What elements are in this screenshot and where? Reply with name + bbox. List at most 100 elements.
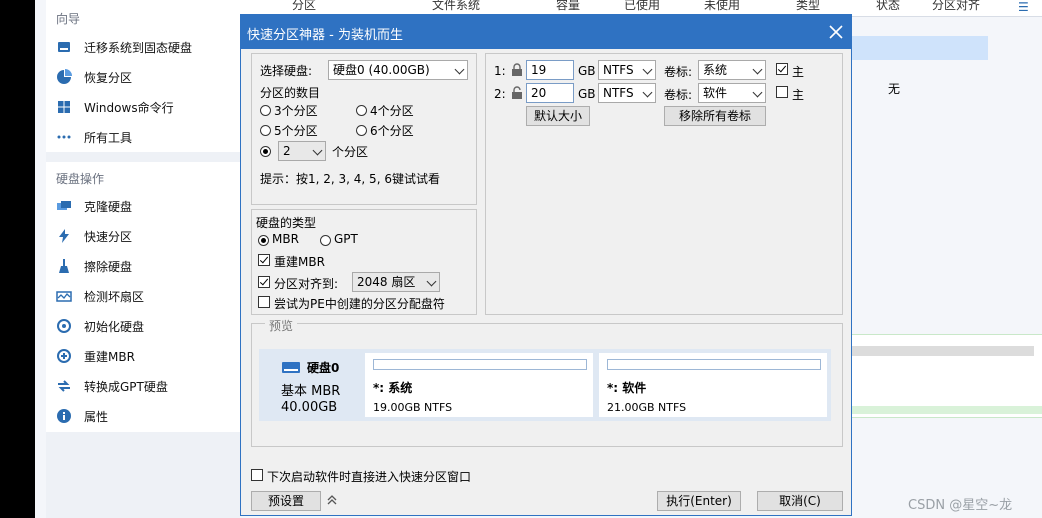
rebuild-mbr-checkbox[interactable] bbox=[258, 254, 270, 266]
preview-partition-name: *: 软件 bbox=[607, 381, 647, 395]
remove-labels-button[interactable]: 移除所有卷标 bbox=[664, 106, 766, 126]
select-disk-label: 选择硬盘: bbox=[260, 64, 313, 78]
partition-count-group: 选择硬盘: 硬盘0 (40.00GB) 分区的数目 3个分区 4个分区 5个分区… bbox=[251, 53, 477, 205]
close-icon[interactable] bbox=[827, 23, 845, 41]
custom-count-value: 2 bbox=[283, 144, 291, 158]
custom-count-select[interactable]: 2 bbox=[278, 141, 326, 161]
volume-value: 系统 bbox=[703, 63, 728, 77]
partition-index: 1: bbox=[494, 64, 506, 78]
chevron-down-icon bbox=[642, 64, 653, 75]
volume-label-caption: 卷标: bbox=[664, 65, 693, 79]
rebuild-mbr-label: 重建MBR bbox=[274, 255, 325, 269]
sidebar-item-all-tools[interactable]: 所有工具 bbox=[56, 126, 132, 148]
clone-disk-icon bbox=[56, 198, 72, 214]
sidebar-item-label: 初始化硬盘 bbox=[84, 319, 145, 334]
sidebar-item-convert-gpt[interactable]: 转换成GPT硬盘 bbox=[56, 375, 168, 397]
radio-3-partitions[interactable] bbox=[260, 105, 271, 116]
default-size-button[interactable]: 默认大小 bbox=[526, 106, 590, 126]
radio-gpt[interactable] bbox=[320, 235, 331, 246]
partition-2-fs-select[interactable]: NTFS bbox=[598, 83, 656, 103]
sidebar-item-label: 属性 bbox=[84, 409, 109, 424]
preview-usage-bar bbox=[373, 359, 587, 370]
radio-4-partitions[interactable] bbox=[356, 105, 367, 116]
sidebar-item-label: 迁移系统到固态硬盘 bbox=[84, 40, 193, 55]
align-checkbox[interactable] bbox=[258, 276, 270, 288]
ssd-icon bbox=[56, 39, 72, 55]
fs-value: NTFS bbox=[603, 63, 634, 77]
disk-icon bbox=[281, 359, 301, 378]
cancel-button[interactable]: 取消(C) bbox=[757, 491, 843, 511]
dialog-title: 快速分区神器 - 为装机而生 bbox=[247, 28, 403, 43]
sidebar-item-init-disk[interactable]: 初始化硬盘 bbox=[56, 315, 144, 337]
radio-4-label: 4个分区 bbox=[370, 104, 414, 118]
dialog-titlebar[interactable]: 快速分区神器 - 为装机而生 bbox=[241, 15, 851, 49]
selected-table-row[interactable] bbox=[850, 36, 988, 60]
align-label: 分区对齐到: bbox=[274, 277, 339, 291]
col-header-free: 未使用 bbox=[704, 0, 741, 12]
sidebar-item-label: 检测坏扇区 bbox=[84, 289, 145, 304]
desktop-left-strip bbox=[0, 0, 35, 518]
preview-disk-name: 硬盘0 bbox=[307, 361, 340, 375]
rebuild-mbr-icon bbox=[56, 348, 72, 364]
pe-assign-checkbox[interactable] bbox=[258, 296, 270, 308]
sidebar-item-clone-disk[interactable]: 克隆硬盘 bbox=[56, 195, 132, 217]
sidebar-item-recover-partition[interactable]: 恢复分区 bbox=[56, 66, 132, 88]
partition-2-primary-checkbox[interactable] bbox=[776, 86, 788, 98]
sidebar-item-quick-partition[interactable]: 快速分区 bbox=[56, 225, 132, 247]
unlock-icon[interactable] bbox=[510, 86, 524, 100]
partition-2-size-input[interactable]: 20 bbox=[526, 83, 574, 103]
primary-label: 主 bbox=[792, 88, 805, 102]
sidebar-item-label: 克隆硬盘 bbox=[84, 199, 133, 214]
preview-partition-info: 21.00GB NTFS bbox=[607, 401, 687, 414]
lock-icon[interactable] bbox=[510, 63, 524, 77]
sidebar-section-disk-ops: 硬盘操作 bbox=[56, 172, 105, 186]
preview-usage-bar bbox=[607, 359, 821, 370]
startup-checkbox[interactable] bbox=[251, 469, 263, 481]
radio-6-partitions[interactable] bbox=[356, 125, 367, 136]
expand-up-icon[interactable] bbox=[325, 493, 339, 510]
partition-1-size-input[interactable]: 19 bbox=[526, 60, 574, 80]
sidebar-item-rebuild-mbr[interactable]: 重建MBR bbox=[56, 345, 135, 367]
radio-5-partitions[interactable] bbox=[260, 125, 271, 136]
disk-select[interactable]: 硬盘0 (40.00GB) bbox=[328, 60, 468, 80]
col-header-used: 已使用 bbox=[624, 0, 661, 12]
align-select[interactable]: 2048 扇区 bbox=[352, 272, 440, 292]
lightning-icon bbox=[56, 228, 72, 244]
mbr-label: MBR bbox=[272, 232, 299, 246]
radio-custom-partitions[interactable] bbox=[260, 146, 271, 157]
chevron-down-icon bbox=[426, 276, 437, 287]
size-unit: GB bbox=[578, 64, 596, 78]
radio-mbr[interactable] bbox=[258, 235, 269, 246]
partition-1-primary-checkbox[interactable] bbox=[776, 63, 788, 75]
scan-icon bbox=[56, 288, 72, 304]
disk-type-group: 硬盘的类型 MBR GPT 重建MBR 分区对齐到: 2048 扇区 尝试为PE… bbox=[251, 209, 477, 315]
sidebar-item-migrate-ssd[interactable]: 迁移系统到固态硬盘 bbox=[56, 36, 192, 58]
preview-partition-card[interactable]: *: 软件 21.00GB NTFS bbox=[599, 353, 827, 417]
col-header-filesystem: 文件系统 bbox=[432, 0, 481, 12]
preview-strip: 硬盘0 基本 MBR 40.00GB *: 系统 19.00GB NTFS *:… bbox=[259, 349, 831, 421]
preview-partition-card[interactable]: *: 系统 19.00GB NTFS bbox=[365, 353, 593, 417]
radio-5-label: 5个分区 bbox=[274, 124, 318, 138]
size-unit: GB bbox=[578, 87, 596, 101]
sidebar-item-properties[interactable]: 属性 bbox=[56, 405, 108, 427]
chevron-down-icon bbox=[642, 87, 653, 98]
sidebar-item-label: 擦除硬盘 bbox=[84, 259, 133, 274]
col-header-type: 类型 bbox=[796, 0, 821, 12]
info-icon bbox=[56, 408, 72, 424]
sidebar-item-bad-sectors[interactable]: 检测坏扇区 bbox=[56, 285, 144, 307]
sidebar-item-windows-cmd[interactable]: Windows命令行 bbox=[56, 96, 174, 118]
sidebar-item-wipe-disk[interactable]: 擦除硬盘 bbox=[56, 255, 132, 277]
sidebar-item-label: 所有工具 bbox=[84, 130, 133, 145]
partition-1-volume-select[interactable]: 系统 bbox=[698, 60, 766, 80]
gpt-label: GPT bbox=[334, 232, 358, 246]
sidebar-bottom bbox=[46, 432, 240, 518]
partition-2-volume-select[interactable]: 软件 bbox=[698, 83, 766, 103]
radio-6-label: 6个分区 bbox=[370, 124, 414, 138]
preset-button[interactable]: 预设置 bbox=[251, 491, 321, 511]
execute-button[interactable]: 执行(Enter) bbox=[657, 491, 741, 511]
watermark: CSDN @星空~龙 bbox=[908, 498, 1013, 513]
partition-1-fs-select[interactable]: NTFS bbox=[598, 60, 656, 80]
radio-3-label: 3个分区 bbox=[274, 104, 318, 118]
partition-count-label: 分区的数目 bbox=[260, 86, 321, 100]
columns-menu-icon[interactable]: ☰ bbox=[1018, 0, 1029, 14]
